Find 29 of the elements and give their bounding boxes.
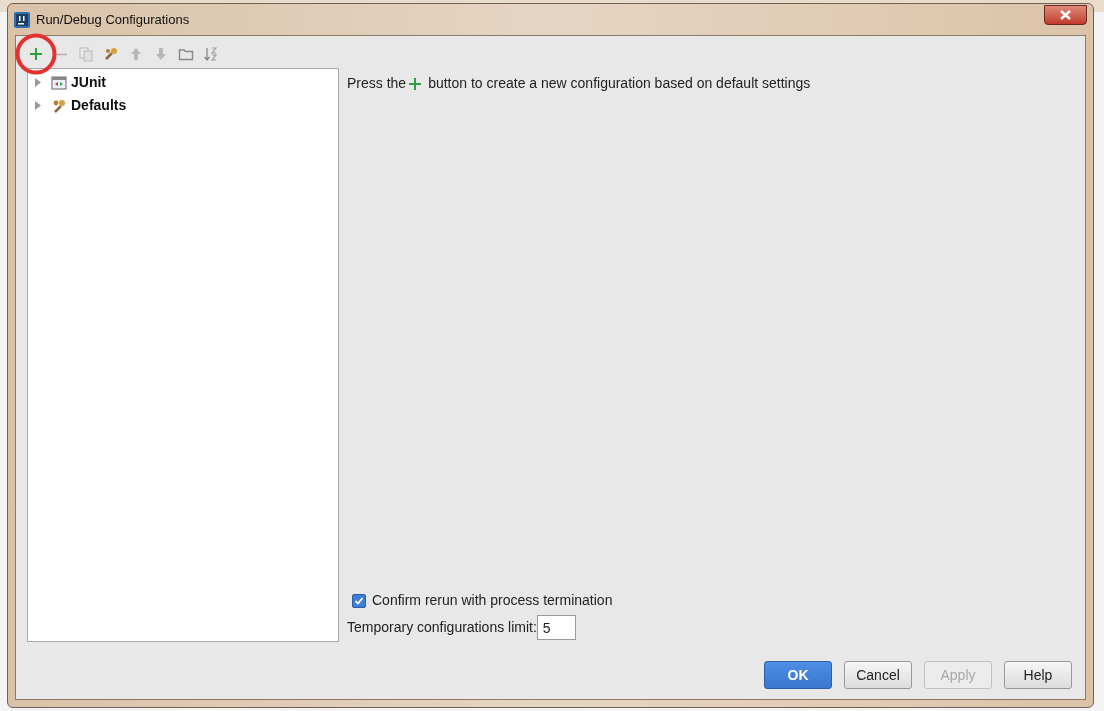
wrench-icon [51, 97, 67, 114]
tree-item[interactable]: Defaults [71, 95, 127, 116]
sort-icon [203, 46, 219, 62]
copy-icon [78, 46, 94, 62]
add-icon [28, 46, 44, 62]
down-arrow-icon [153, 46, 169, 62]
dialog-button[interactable]: Cancel [844, 661, 912, 689]
expand-arrow-icon[interactable] [33, 78, 42, 87]
close-button[interactable] [1044, 4, 1087, 25]
hint-text: Press the [347, 74, 407, 93]
junit-icon [51, 74, 67, 91]
field-label: Temporary configurations limit: [347, 618, 537, 637]
folder-icon [178, 46, 194, 62]
window-title: Run/Debug Configurations [36, 10, 190, 29]
remove-icon [55, 52, 67, 56]
dialog-button[interactable]: OK [764, 661, 832, 689]
dialog-button[interactable]: Help [1004, 661, 1072, 689]
limit-input-field[interactable]: 5 [536, 615, 576, 640]
highlight-ring [15, 33, 57, 75]
expand-arrow-icon[interactable] [33, 101, 42, 110]
checkbox-label: Confirm rerun with process termination [372, 591, 613, 610]
app-logo-icon [14, 11, 30, 28]
up-arrow-icon [128, 46, 144, 62]
plus-icon [408, 76, 423, 91]
confirm-rerun-checkbox[interactable] [352, 593, 366, 608]
tree-item[interactable]: JUnit [71, 72, 106, 93]
wrench-icon [103, 46, 119, 62]
hint-text: button to create a new configuration based on default settings [428, 74, 811, 93]
close-icon [1060, 9, 1071, 20]
